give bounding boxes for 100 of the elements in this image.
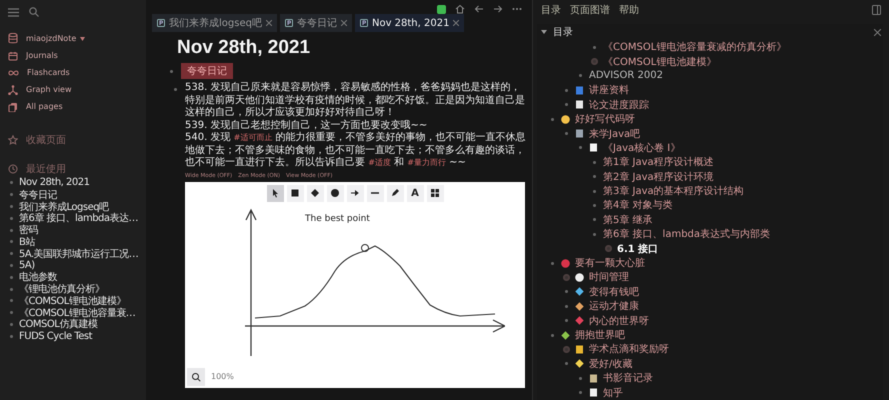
nav-item[interactable]: Journals bbox=[26, 51, 58, 60]
bullet[interactable] bbox=[551, 262, 554, 265]
recent-page-link[interactable]: Nov 28th, 2021 bbox=[19, 177, 90, 188]
dropdown-caret-icon[interactable] bbox=[80, 36, 86, 40]
bullet[interactable] bbox=[591, 58, 598, 66]
page-tab[interactable]: 我们来养成logseq吧 bbox=[152, 14, 277, 32]
bullet[interactable] bbox=[579, 391, 582, 394]
back-icon[interactable] bbox=[474, 4, 484, 14]
home-icon[interactable] bbox=[455, 4, 465, 14]
tag-link[interactable]: #适度 bbox=[368, 158, 391, 167]
outline-link[interactable]: 书影音记录 bbox=[603, 371, 653, 386]
outline-link[interactable]: 学术点滴和奖励呀 bbox=[589, 342, 669, 356]
outline-link[interactable]: 《COMSOL锂电池建模》 bbox=[603, 54, 716, 69]
caret-icon[interactable] bbox=[541, 29, 547, 35]
bullet[interactable] bbox=[593, 218, 596, 222]
bullet[interactable] bbox=[593, 160, 596, 164]
bullet[interactable] bbox=[593, 204, 596, 207]
recent-page-link[interactable]: 《锂电池仿真分析》 bbox=[19, 282, 104, 296]
outline-link[interactable]: 《Java核心卷 I》 bbox=[603, 140, 680, 155]
arrow-tool[interactable] bbox=[346, 184, 364, 202]
pencil-tool[interactable] bbox=[386, 184, 404, 202]
close-icon[interactable] bbox=[453, 20, 460, 26]
close-icon[interactable] bbox=[340, 20, 347, 26]
recent-page-link[interactable]: 5A) bbox=[19, 260, 35, 271]
panel-menu-item[interactable]: 帮助 bbox=[619, 3, 639, 15]
close-icon[interactable] bbox=[874, 28, 881, 36]
close-icon[interactable] bbox=[266, 20, 272, 26]
outline-link[interactable]: 好好写代码呀 bbox=[575, 112, 635, 126]
ellipse-tool[interactable] bbox=[326, 184, 344, 202]
library-tool[interactable] bbox=[426, 184, 444, 202]
bullet[interactable] bbox=[565, 319, 568, 322]
panel-menu-item[interactable]: 页面图谱 bbox=[570, 3, 610, 15]
outline-link[interactable]: 时间管理 bbox=[589, 270, 629, 284]
outline-link[interactable]: 变得有钱吧 bbox=[589, 284, 639, 299]
outline-link[interactable]: 第4章 对象与类 bbox=[603, 198, 673, 212]
more-icon[interactable] bbox=[512, 7, 522, 11]
bullet[interactable] bbox=[579, 74, 582, 78]
page-tab[interactable]: 夸夸日记 bbox=[280, 14, 352, 32]
bullet[interactable] bbox=[565, 290, 568, 294]
bullet[interactable] bbox=[551, 334, 554, 336]
bullet[interactable] bbox=[563, 274, 570, 281]
tag-link[interactable]: #量力而行 bbox=[407, 158, 446, 167]
recent-page-link[interactable]: 5A.美国联邦城市运行工况… bbox=[19, 246, 138, 261]
forward-icon[interactable] bbox=[493, 4, 503, 14]
search-icon[interactable] bbox=[29, 7, 39, 17]
bullet[interactable] bbox=[579, 376, 582, 380]
page-tab[interactable]: Nov 28th, 2021 bbox=[354, 14, 464, 32]
diamond-tool[interactable] bbox=[306, 184, 324, 202]
bullet[interactable] bbox=[551, 118, 554, 121]
nav-item[interactable]: Flashcards bbox=[27, 68, 70, 77]
bullet[interactable] bbox=[565, 362, 568, 366]
recent-page-link[interactable]: 电池参数 bbox=[19, 270, 57, 284]
bullet[interactable] bbox=[563, 346, 570, 353]
bullet[interactable] bbox=[565, 304, 568, 308]
bullet[interactable] bbox=[605, 245, 612, 252]
recent-page-link[interactable]: FUDS Cycle Test bbox=[19, 330, 92, 342]
outline-link[interactable]: 第5章 继承 bbox=[603, 212, 653, 227]
sync-status-icon[interactable] bbox=[437, 4, 446, 14]
outline-link[interactable]: 《COMSOL锂电池容量衰减的仿真分析》 bbox=[603, 40, 786, 54]
bullet[interactable] bbox=[565, 132, 568, 136]
outline-link[interactable]: 第2章 Java程序设计环境 bbox=[603, 170, 714, 184]
menu-icon[interactable] bbox=[8, 8, 19, 16]
recent-page-link[interactable]: 我们来养成Logseq吧 bbox=[19, 200, 109, 214]
outline-link[interactable]: 第6章 接口、lambda表达式与内部类 bbox=[603, 227, 770, 242]
nav-item[interactable]: Graph view bbox=[26, 85, 72, 94]
outline-link[interactable]: 第1章 Java程序设计概述 bbox=[603, 155, 714, 170]
bullet[interactable] bbox=[565, 103, 568, 106]
nav-item[interactable]: All pages bbox=[26, 102, 63, 111]
outline-link[interactable]: 要有一颗大心脏 bbox=[575, 256, 645, 270]
page-tag[interactable]: 夸夸日记 bbox=[181, 63, 233, 79]
recent-page-link[interactable]: 第6章 接口、lambda表达… bbox=[19, 211, 138, 226]
bullet[interactable] bbox=[593, 46, 596, 49]
outline-link[interactable]: 内心的世界呀 bbox=[589, 314, 649, 328]
outline-link[interactable]: 来学Java吧 bbox=[589, 126, 640, 141]
outline-link[interactable]: 爱好/收藏 bbox=[589, 356, 632, 371]
rectangle-tool[interactable] bbox=[286, 184, 304, 202]
outline-link[interactable]: 论文进度跟踪 bbox=[589, 98, 649, 112]
recent-page-link[interactable]: 《COMSOL锂电池容量衰… bbox=[19, 306, 136, 320]
line-tool[interactable] bbox=[366, 184, 384, 202]
outline-link[interactable]: 知乎 bbox=[603, 386, 623, 400]
outline-link[interactable]: 运动才健康 bbox=[589, 299, 639, 314]
zoom-reset-icon[interactable] bbox=[187, 368, 205, 386]
recent-page-link[interactable]: B站 bbox=[19, 234, 35, 249]
bullet[interactable] bbox=[579, 146, 582, 150]
outline-link[interactable]: 拥抱世界吧 bbox=[575, 328, 625, 342]
text-tool[interactable]: A bbox=[406, 184, 424, 202]
toc-heading[interactable]: 目录 bbox=[553, 25, 573, 39]
bullet[interactable] bbox=[593, 190, 596, 193]
whiteboard-canvas[interactable]: A The best point 100% bbox=[185, 182, 525, 388]
recent-page-link[interactable]: COMSOL仿真建模 bbox=[19, 317, 98, 332]
recent-page-link[interactable]: 《COMSOL锂电池建模》 bbox=[19, 294, 126, 308]
graph-name[interactable]: miaojzdNote bbox=[26, 34, 76, 43]
sidebar-toggle-icon[interactable] bbox=[872, 5, 881, 15]
bullet[interactable] bbox=[593, 175, 596, 178]
outline-link[interactable]: 6.1 接口 bbox=[617, 242, 658, 256]
recent-page-link[interactable]: 密码 bbox=[19, 223, 38, 238]
outline-link[interactable]: 第3章 Java的基本程序设计结构 bbox=[603, 184, 744, 198]
bullet[interactable] bbox=[593, 232, 596, 236]
outline-link[interactable]: ADVISOR 2002 bbox=[589, 70, 663, 82]
outline-link[interactable]: 讲座资料 bbox=[589, 83, 629, 98]
